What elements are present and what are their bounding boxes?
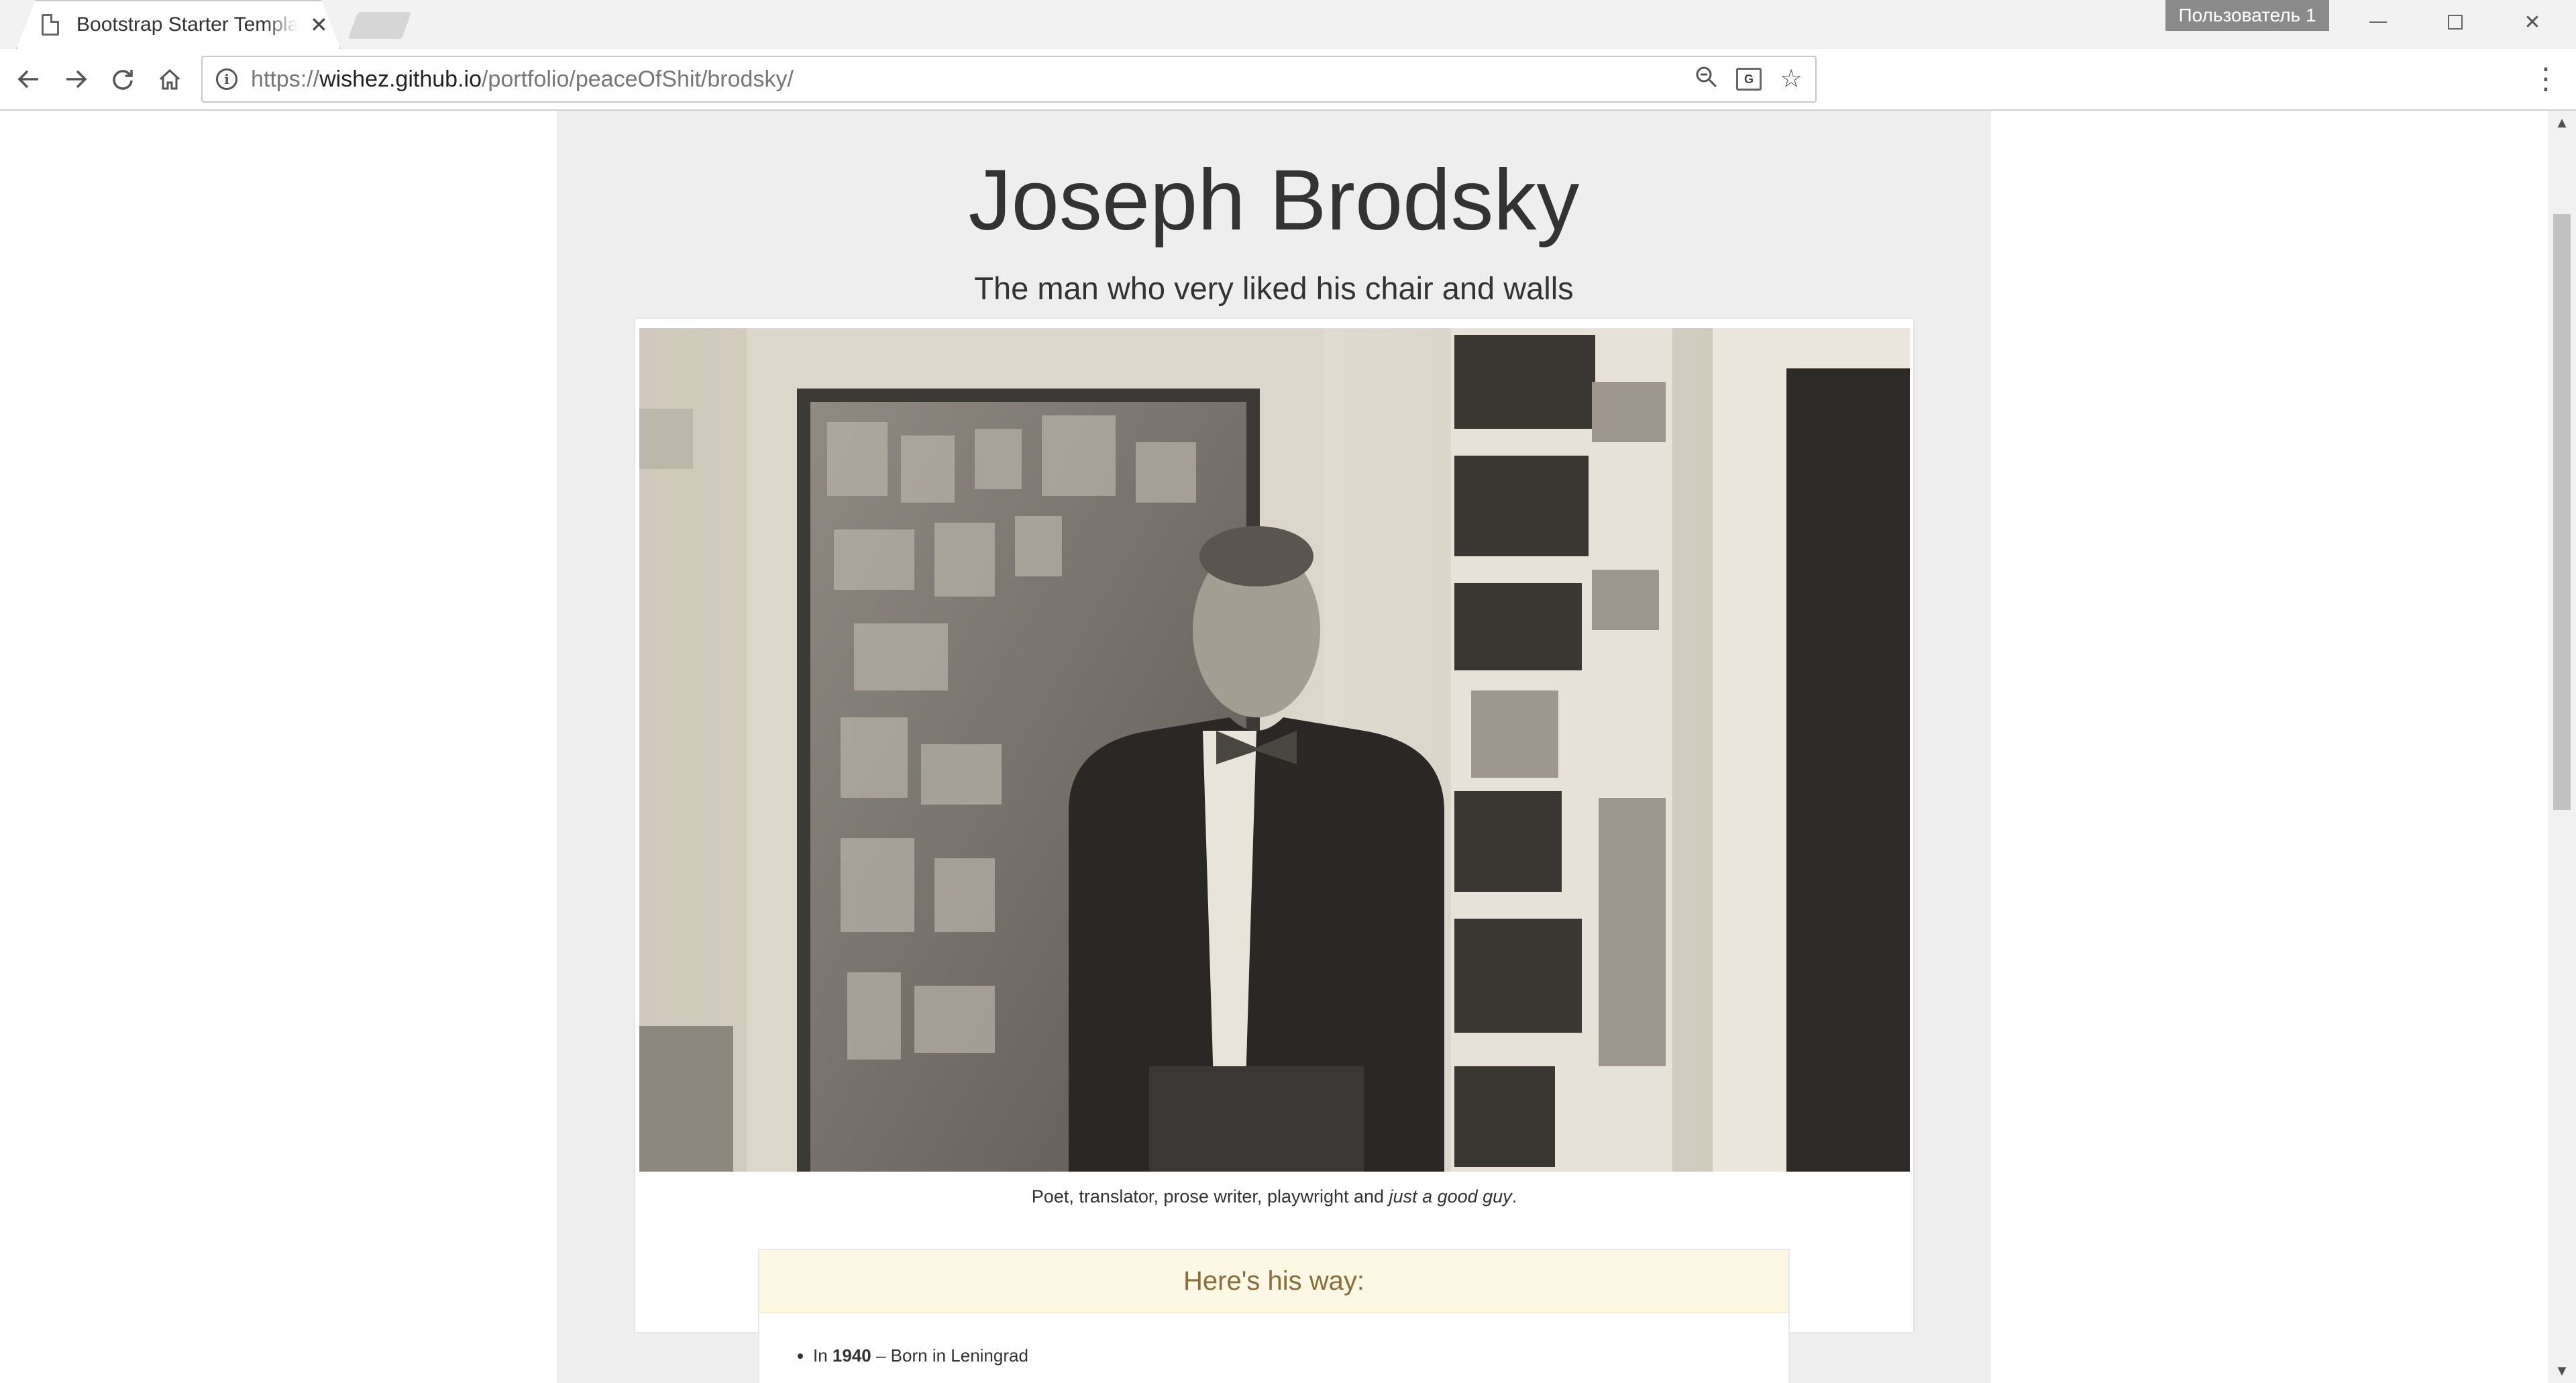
minimize-icon <box>2369 21 2387 23</box>
kebab-menu-icon[interactable]: ⋮ <box>2529 58 2563 100</box>
minimize-button[interactable] <box>2341 0 2415 44</box>
browser-toolbar: i https://wishez.github.io/portfolio/pea… <box>0 49 2576 111</box>
restore-icon <box>2448 15 2463 30</box>
caption-end: . <box>1511 1186 1517 1207</box>
content-column: Joseph Brodsky The man who very liked hi… <box>557 111 1991 1383</box>
scroll-up-arrow-icon[interactable]: ▲ <box>2548 111 2576 135</box>
info-icon[interactable]: i <box>216 68 237 90</box>
page-subtitle: The man who very liked his chair and wal… <box>974 270 1574 306</box>
restore-button[interactable] <box>2418 0 2492 44</box>
scroll-down-arrow-icon[interactable]: ▼ <box>2548 1359 2576 1383</box>
active-tab[interactable]: Bootstrap Starter Template ✕ <box>16 0 341 49</box>
url-scheme: https:// <box>251 66 320 92</box>
home-button[interactable] <box>149 58 191 100</box>
portrait-photo <box>639 328 1910 1172</box>
timeline-item: In 1940 – Born in Leningrad <box>813 1345 1028 1366</box>
reload-button[interactable] <box>102 58 144 100</box>
url-path: /portfolio/peaceOfShit/brodsky/ <box>481 66 794 92</box>
timeline-item-prefix: In <box>813 1345 833 1366</box>
back-button[interactable] <box>8 58 50 100</box>
page-viewport: Joseph Brodsky The man who very liked hi… <box>0 111 2576 1383</box>
profile-badge[interactable]: Пользователь 1 <box>2165 0 2329 31</box>
timeline-item-year: 1940 <box>832 1345 871 1366</box>
star-icon[interactable]: ☆ <box>1778 66 1805 92</box>
page-icon <box>42 13 59 36</box>
caption-emphasis: just a good guy <box>1389 1186 1512 1207</box>
close-icon: ✕ <box>2524 11 2541 34</box>
timeline-panel: Here's his way: In 1940 – Born in Lening… <box>758 1249 1790 1383</box>
new-tab-button[interactable] <box>347 12 412 39</box>
photo-figure: Poet, translator, prose writer, playwrig… <box>634 317 1915 1333</box>
caption-text: Poet, translator, prose writer, playwrig… <box>1031 1186 1389 1207</box>
tab-title: Bootstrap Starter Template <box>76 13 298 36</box>
vertical-scrollbar[interactable]: ▲ ▼ <box>2548 111 2576 1383</box>
omnibox-actions: G ☆ <box>1693 57 1805 101</box>
page-title: Joseph Brodsky <box>968 152 1580 248</box>
home-icon <box>159 68 180 90</box>
address-bar[interactable]: i https://wishez.github.io/portfolio/pea… <box>201 56 1817 103</box>
scrollbar-thumb[interactable] <box>2553 214 2571 810</box>
timeline-panel-heading: Here's his way: <box>759 1250 1788 1313</box>
translate-icon[interactable]: G <box>1736 68 1762 91</box>
zoom-icon[interactable] <box>1693 65 1720 94</box>
reload-icon <box>113 70 133 90</box>
back-arrow-icon <box>17 70 38 89</box>
timeline-item-text: – Born in Leningrad <box>871 1345 1028 1366</box>
forward-arrow-icon <box>66 70 87 89</box>
timeline-list: In 1940 – Born in Leningrad <box>813 1345 1028 1366</box>
url-host: wishez.github.io <box>319 66 482 92</box>
forward-button[interactable] <box>55 58 97 100</box>
close-window-button[interactable]: ✕ <box>2496 0 2569 44</box>
browser-titlebar: Bootstrap Starter Template ✕ Пользовател… <box>0 0 2576 49</box>
photo-caption: Poet, translator, prose writer, playwrig… <box>635 1186 1913 1207</box>
url-text[interactable]: https://wishez.github.io/portfolio/peace… <box>251 66 794 93</box>
tab-close-icon[interactable]: ✕ <box>310 14 328 36</box>
portrait-photo-illustration <box>639 328 1910 1172</box>
